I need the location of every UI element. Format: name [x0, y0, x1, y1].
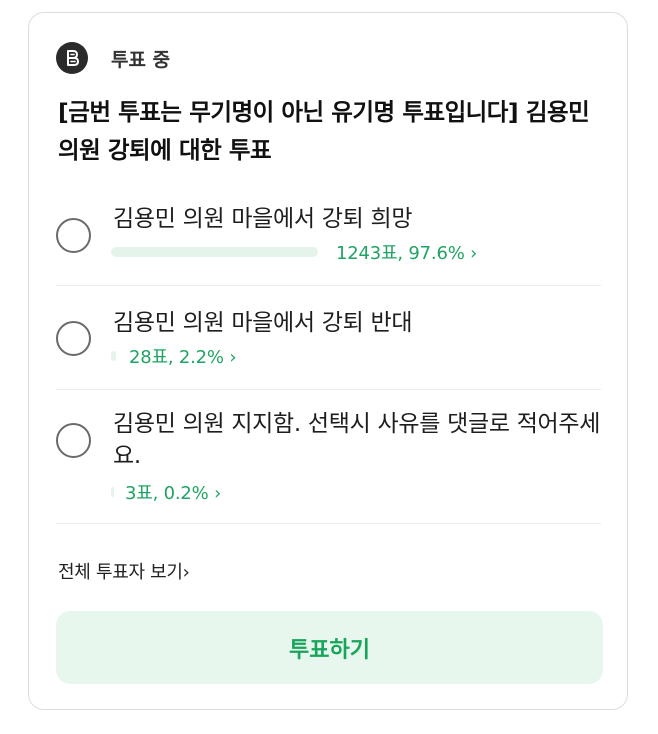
result-text: 28표, 2.2% ›: [129, 347, 237, 368]
option-label: 김용민 의원 마을에서 강퇴 반대: [113, 310, 413, 336]
result-bar-fill: [111, 247, 318, 257]
result-bar: [111, 247, 323, 257]
poll-option[interactable]: 김용민 의원 마을에서 강퇴 희망 1243표, 97.6% ›: [29, 203, 629, 283]
radio-button[interactable]: [56, 218, 91, 253]
radio-button[interactable]: [56, 321, 91, 356]
option-result[interactable]: 1243표, 97.6% ›: [111, 240, 477, 264]
result-text: 1243표, 97.6% ›: [336, 243, 478, 264]
result-bar-fill: [111, 351, 116, 361]
poll-card: 투표 중 [금번 투표는 무기명이 아닌 유기명 투표입니다] 김용민 의원 강…: [28, 12, 628, 710]
poll-option[interactable]: 김용민 의원 지지함. 선택시 사유를 댓글로 적어주세요. 3표, 0.2% …: [29, 408, 629, 523]
result-bar-fill: [111, 487, 114, 497]
poll-logo-icon: [56, 42, 88, 74]
divider: [56, 389, 601, 390]
poll-header: 투표 중: [56, 42, 170, 74]
poll-title: [금번 투표는 무기명이 아닌 유기명 투표입니다] 김용민 의원 강퇴에 대한…: [58, 98, 590, 164]
option-result[interactable]: 3표, 0.2% ›: [111, 480, 221, 504]
poll-status: 투표 중: [111, 48, 171, 71]
view-all-voters-link[interactable]: 전체 투표자 보기›: [58, 558, 190, 584]
option-label: 김용민 의원 마을에서 강퇴 희망: [113, 206, 413, 232]
result-text: 3표, 0.2% ›: [125, 483, 222, 504]
divider: [56, 523, 601, 524]
poll-option[interactable]: 김용민 의원 마을에서 강퇴 반대 28표, 2.2% ›: [29, 307, 629, 387]
radio-button[interactable]: [56, 423, 91, 458]
divider: [56, 285, 601, 286]
result-bar: [111, 351, 116, 361]
result-bar: [111, 487, 114, 497]
option-label: 김용민 의원 지지함. 선택시 사유를 댓글로 적어주세요.: [113, 411, 601, 469]
vote-button[interactable]: 투표하기: [56, 611, 603, 684]
option-result[interactable]: 28표, 2.2% ›: [111, 344, 237, 368]
